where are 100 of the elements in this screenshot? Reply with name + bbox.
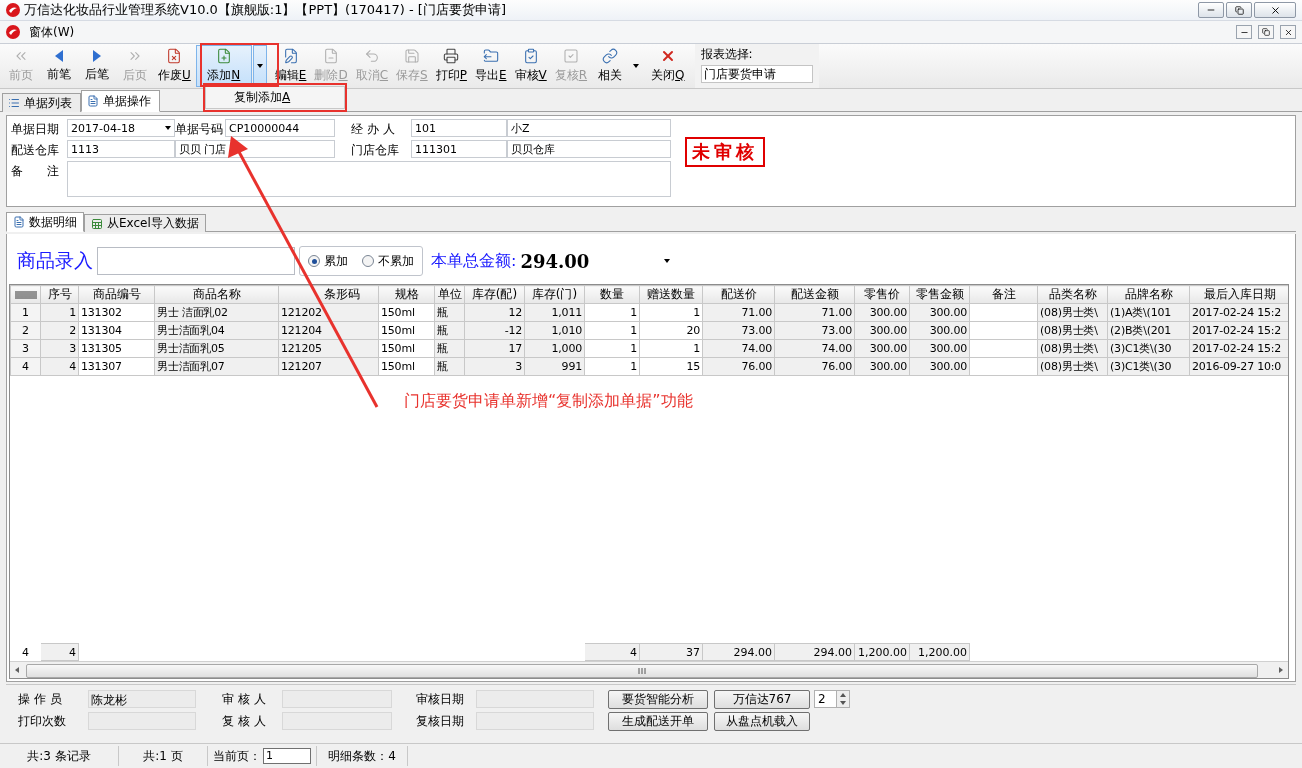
record-count: 共:3 条记录 bbox=[0, 746, 119, 766]
field-label: 门店仓库 bbox=[351, 142, 400, 159]
field-label: 操 作 员 bbox=[18, 690, 63, 708]
action-button[interactable]: 要货智能分析 bbox=[608, 689, 708, 709]
report-select-field[interactable]: 门店要货申请 bbox=[700, 65, 813, 83]
column-header[interactable]: 条形码 bbox=[278, 285, 379, 304]
undo-icon bbox=[363, 48, 380, 64]
number-spinner[interactable]: 2 bbox=[814, 690, 850, 708]
file-minus-icon bbox=[323, 48, 339, 64]
toolbar-button[interactable]: 相关 bbox=[592, 45, 629, 87]
column-header[interactable]: 赠送数量 bbox=[639, 285, 703, 304]
file-pen-icon bbox=[282, 48, 299, 64]
annotation-text: 门店要货申请单新增“复制添加单据”功能 bbox=[404, 391, 693, 412]
toolbar-button[interactable]: 审核V bbox=[511, 45, 550, 87]
field-label: 复 核 人 bbox=[222, 712, 267, 730]
field-label: 打印次数 bbox=[18, 712, 67, 730]
column-header[interactable]: 商品名称 bbox=[154, 285, 279, 304]
toolbar-button[interactable]: 导出 E bbox=[471, 45, 510, 87]
restore-icon bbox=[1262, 28, 1270, 36]
caret-icon bbox=[664, 259, 671, 263]
minimize-button[interactable] bbox=[1236, 25, 1252, 39]
lines-icon bbox=[14, 290, 37, 299]
column-header[interactable]: 商品编号 bbox=[78, 285, 155, 304]
column-header[interactable]: 备注 bbox=[969, 285, 1038, 304]
minimize-button[interactable] bbox=[1198, 2, 1224, 18]
horizontal-scrollbar[interactable] bbox=[10, 661, 1288, 678]
field-label: 备 注 bbox=[11, 163, 60, 180]
column-header[interactable]: 序号 bbox=[40, 285, 79, 304]
date-field[interactable]: 2017-04-18 bbox=[67, 119, 175, 137]
triangle-left-icon bbox=[54, 49, 64, 63]
summary-cell: 1,200.00 bbox=[909, 643, 970, 661]
column-header[interactable]: 库存(门) bbox=[524, 285, 585, 304]
restore-button[interactable] bbox=[1226, 2, 1252, 18]
action-button[interactable]: 万信达767 bbox=[714, 689, 810, 709]
field-label: 单据日期 bbox=[11, 121, 60, 138]
field-label: 经 办 人 bbox=[351, 121, 396, 138]
checkbox-icon bbox=[562, 48, 579, 64]
restore-button[interactable] bbox=[1258, 25, 1274, 39]
document-icon bbox=[87, 95, 99, 107]
column-header[interactable]: 品牌名称 bbox=[1107, 285, 1190, 304]
tab[interactable]: 单据操作 bbox=[81, 90, 160, 112]
toolbar-button[interactable]: 前笔 bbox=[41, 45, 77, 87]
tab[interactable]: 从Excel导入数据 bbox=[84, 214, 206, 232]
detail-count: 明细条数：4 bbox=[317, 746, 408, 766]
menu-item[interactable]: 复制添加A bbox=[230, 89, 295, 106]
column-header[interactable]: 规格 bbox=[378, 285, 435, 304]
input-field[interactable]: 111301 bbox=[411, 140, 507, 158]
product-entry-field[interactable] bbox=[97, 247, 295, 275]
column-header[interactable]: 单位 bbox=[434, 285, 465, 304]
note-field[interactable] bbox=[67, 161, 671, 197]
column-header[interactable]: 最后入库日期 bbox=[1189, 285, 1288, 304]
up-arrow-icon bbox=[840, 693, 846, 697]
window-title: 万信达化妆品行业管理系统V10.0【旗舰版:1】【PPT】(170417) - [门店要货申请] bbox=[24, 1, 507, 19]
input-field[interactable]: CP10000044 bbox=[225, 119, 335, 137]
action-button[interactable]: 从盘点机载入 bbox=[714, 711, 810, 731]
tab[interactable]: 数据明细 bbox=[6, 212, 84, 232]
restore-icon bbox=[1234, 5, 1244, 15]
input-field[interactable]: 1113 bbox=[67, 140, 175, 158]
input-field[interactable]: 贝贝 门店 bbox=[175, 140, 335, 158]
link-icon bbox=[602, 48, 619, 64]
action-button[interactable]: 生成配送开单 bbox=[608, 711, 708, 731]
column-header[interactable]: 配送金额 bbox=[774, 285, 855, 304]
column-header[interactable]: 零售金额 bbox=[909, 285, 970, 304]
summary-cell: 1,200.00 bbox=[854, 643, 910, 661]
close-button[interactable] bbox=[1280, 25, 1296, 39]
toolbar-button[interactable]: 关闭Q bbox=[648, 45, 688, 87]
input-field[interactable]: 贝贝仓库 bbox=[507, 140, 671, 158]
column-header[interactable]: 品类名称 bbox=[1037, 285, 1108, 304]
radio-option[interactable]: 累加 bbox=[308, 252, 348, 270]
close-icon bbox=[1269, 4, 1281, 16]
entry-label: 商品录入 bbox=[17, 248, 93, 273]
tab[interactable]: 单据列表 bbox=[2, 93, 81, 112]
column-header[interactable]: 零售价 bbox=[854, 285, 910, 304]
column-header[interactable]: 数量 bbox=[584, 285, 640, 304]
field-label: 配送仓库 bbox=[11, 142, 60, 159]
column-header[interactable]: 库存(配) bbox=[464, 285, 525, 304]
current-page-field[interactable]: 1 bbox=[263, 748, 311, 764]
column-header[interactable]: 配送价 bbox=[702, 285, 775, 304]
caret-icon bbox=[165, 126, 171, 130]
folder-export-icon bbox=[482, 48, 499, 64]
summary-cell: 4 bbox=[40, 643, 79, 661]
file-x-icon bbox=[166, 48, 183, 64]
field-label: 复核日期 bbox=[416, 712, 465, 730]
toolbar-button[interactable]: 后笔 bbox=[79, 45, 115, 87]
field-label: 审核日期 bbox=[416, 690, 465, 708]
toolbar-button[interactable]: 打印P bbox=[432, 45, 470, 87]
total-value: 294.00 bbox=[520, 250, 591, 272]
field-label: 审 核 人 bbox=[222, 690, 267, 708]
current-page-label: 当前页： bbox=[213, 747, 261, 765]
input-field[interactable]: 小Z bbox=[507, 119, 671, 137]
report-select-label: 报表选择: bbox=[700, 46, 754, 63]
printer-icon bbox=[443, 48, 460, 64]
select-all-header[interactable] bbox=[10, 285, 41, 304]
toolbar-button[interactable]: 作废U bbox=[155, 45, 194, 87]
radio-option[interactable]: 不累加 bbox=[362, 252, 414, 270]
total-label: 本单总金额: bbox=[431, 250, 517, 272]
down-arrow-icon bbox=[840, 701, 846, 705]
summary-cell: 37 bbox=[639, 643, 703, 661]
triangle-right-icon bbox=[92, 49, 102, 63]
input-field[interactable]: 101 bbox=[411, 119, 507, 137]
